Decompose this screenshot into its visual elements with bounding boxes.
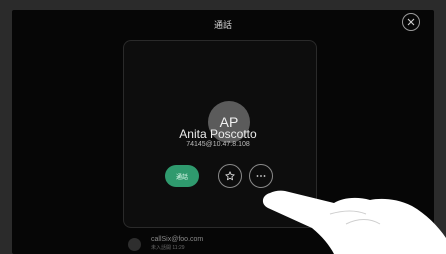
call-button[interactable]: 通話 xyxy=(165,165,199,187)
more-icon xyxy=(256,175,266,177)
more-options-button[interactable] xyxy=(249,164,273,188)
favorite-button[interactable] xyxy=(218,164,242,188)
close-icon xyxy=(407,18,415,26)
contact-address: 74145@10.47.8.108 xyxy=(186,141,250,148)
contact-name: Anita Poscotto xyxy=(179,127,257,141)
recent-call-item[interactable]: callSix@foo.com 未入話開 11:29 xyxy=(128,236,328,254)
close-button[interactable] xyxy=(402,13,420,31)
call-screen: 通話 AP Anita Poscotto 74145@10.47.8.108 通… xyxy=(12,10,434,254)
header-title: 通話 xyxy=(213,20,232,30)
recent-address: callSix@foo.com xyxy=(151,236,204,243)
star-icon xyxy=(225,171,235,181)
recent-detail: 未入話開 11:29 xyxy=(151,245,185,251)
recent-avatar xyxy=(128,238,141,251)
